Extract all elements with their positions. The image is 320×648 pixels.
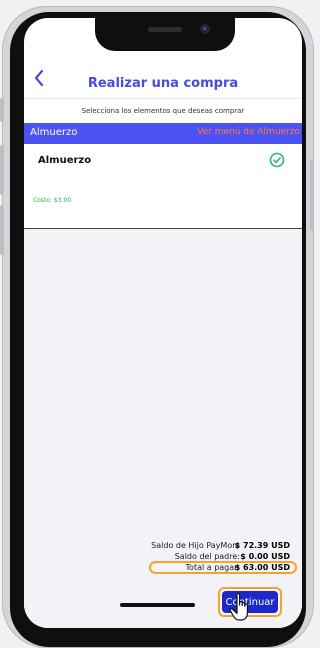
view-menu-link[interactable]: Ver menú de Almuerzo — [197, 127, 300, 137]
total-value: $ 63.00 USD — [234, 563, 290, 572]
power-button — [310, 160, 314, 230]
hand-pointer-icon — [229, 593, 248, 621]
home-indicator[interactable] — [120, 603, 195, 607]
volume-up-button — [0, 145, 4, 195]
phone-notch — [95, 17, 235, 51]
app-screen: Realizar una compra Selecciona los eleme… — [24, 18, 302, 628]
volume-down-button — [0, 205, 4, 255]
item-name[interactable]: Almuerzo — [38, 155, 91, 166]
instruction-text: Selecciona los elementos que deseas comp… — [81, 107, 245, 115]
category-name: Almuerzo — [30, 127, 78, 138]
total-row: Total a pagar: $ 63.00 USD — [24, 563, 302, 574]
child-balance-row: Saldo de Hijo PayMon: $ 72.39 USD — [24, 541, 302, 552]
camera-icon — [200, 24, 210, 34]
child-balance-value: $ 72.39 USD — [234, 541, 290, 550]
page-title: Realizar una compra — [87, 76, 239, 91]
silent-switch — [0, 98, 4, 122]
item-cost: Costo: $3.00 — [33, 197, 72, 204]
app-header: Realizar una compra — [24, 56, 302, 99]
total-label: Total a pagar: — [185, 563, 240, 572]
parent-balance-label: Saldo del padre: — [174, 552, 240, 561]
category-header: Almuerzo Ver menú de Almuerzo — [24, 123, 302, 144]
check-circle-icon[interactable] — [269, 152, 285, 168]
parent-balance-value: $ 0.00 USD — [240, 552, 290, 561]
speaker-grille — [148, 27, 182, 32]
child-balance-label: Saldo de Hijo PayMon: — [151, 541, 240, 550]
